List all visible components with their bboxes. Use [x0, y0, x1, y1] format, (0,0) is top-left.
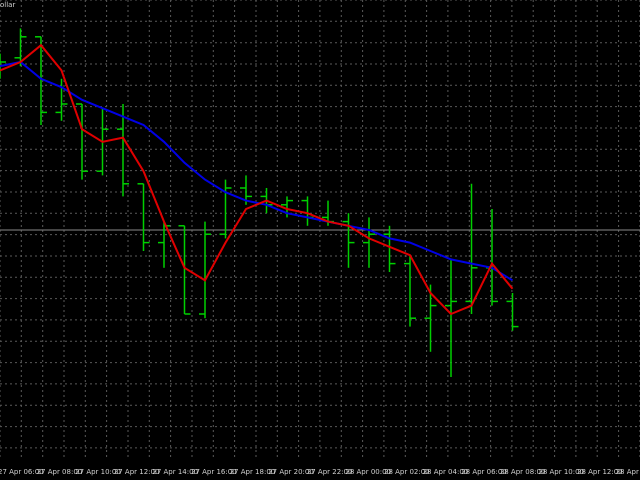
ohlc-bar — [465, 183, 478, 314]
ohlc-bar — [363, 217, 375, 268]
ohlc-bar — [14, 28, 27, 67]
ohlc-bar — [486, 209, 498, 306]
window-caption: ollar — [0, 1, 16, 9]
ohlc-bar — [137, 183, 150, 251]
chart-window[interactable]: 27 Apr 06:00 27 Apr 08:00 27 Apr 10:00 27 A… — [0, 0, 640, 480]
ohlc-bar — [199, 221, 211, 319]
ohlc-bar — [342, 213, 355, 268]
ohlc-bar — [301, 196, 314, 226]
time-axis-label: 28 Apr 14:00 — [616, 468, 640, 476]
price-chart[interactable]: 27 Apr 06:0027 Apr 08:0027 Apr 10:0027 A… — [0, 0, 640, 480]
time-axis: 27 Apr 06:0027 Apr 08:0027 Apr 10:0027 A… — [0, 468, 640, 476]
ohlc-bar — [158, 221, 170, 268]
